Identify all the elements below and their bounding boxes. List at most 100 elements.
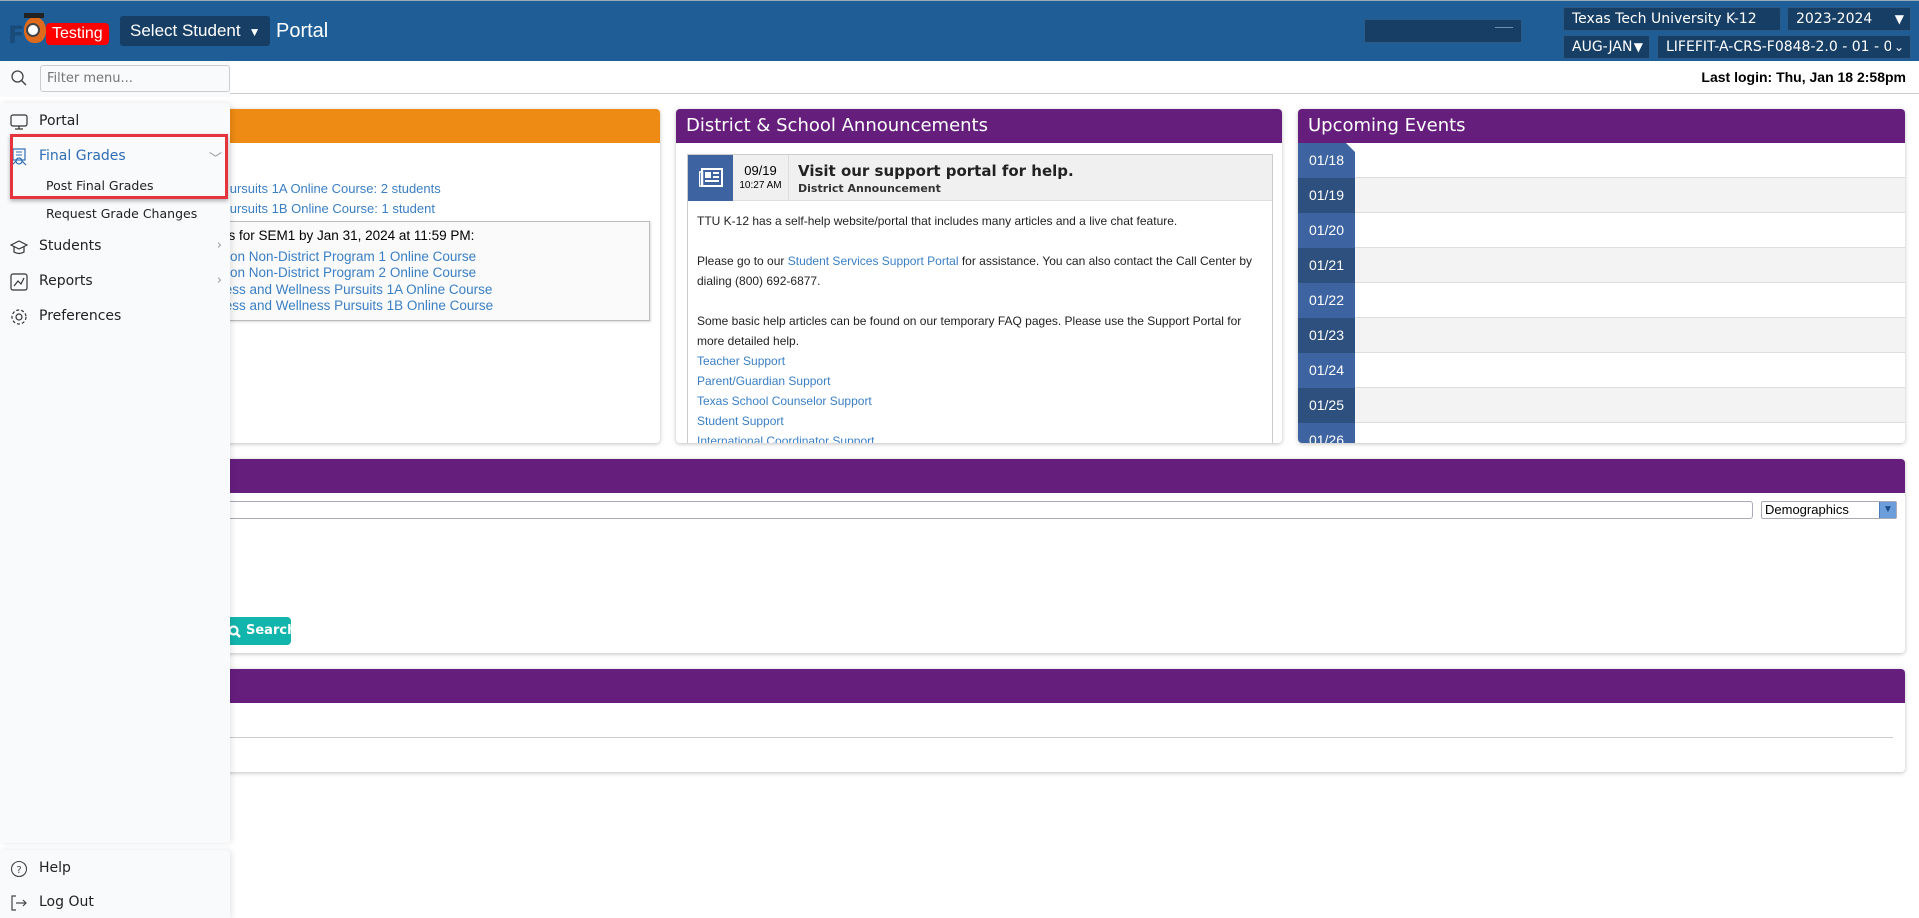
parent-support-link[interactable]: Parent/Guardian Support: [697, 371, 1263, 391]
sidebar-item-help[interactable]: ? Help: [0, 854, 230, 884]
event-date: 01/21: [1298, 248, 1355, 283]
teacher-support-link[interactable]: Teacher Support: [697, 351, 1263, 371]
announcement-title: Visit our support portal for help.: [798, 162, 1074, 180]
sidebar-item-reports[interactable]: Reports ›: [0, 267, 230, 297]
announcement-date: 09/19 10:27 AM: [733, 155, 789, 201]
events-list: 01/18 01/19 01/20 01/21 01/22 01/23 01/2…: [1298, 143, 1905, 443]
sidebar-item-label: Students: [39, 238, 102, 254]
sidebar-item-logout[interactable]: Log Out: [0, 888, 230, 918]
upcoming-events-panel: Upcoming Events 01/18 01/19 01/20 01/21 …: [1298, 109, 1905, 443]
search-category-select[interactable]: Demographics ▼: [1761, 501, 1897, 519]
caret-down-icon: ▼: [1894, 12, 1904, 26]
page-title: Portal: [276, 20, 329, 42]
announcement-body: TTU K-12 has a self-help website/portal …: [688, 201, 1272, 443]
sidebar-item-label: Log Out: [39, 894, 94, 910]
chevron-right-icon: ›: [216, 238, 222, 253]
counselor-support-link[interactable]: Texas School Counselor Support: [697, 391, 1263, 411]
search-icon: [11, 70, 27, 86]
text: Please go to our: [697, 254, 788, 268]
testing-badge: Testing: [46, 23, 109, 45]
monitor-icon: [10, 114, 28, 130]
term-value: AUG-JAN: [1572, 39, 1633, 55]
course-link[interactable]: e Fitness and Wellness Pursuits 1B Onlin…: [191, 298, 493, 313]
sidebar-subitem-request-grade-changes[interactable]: Request Grade Changes: [46, 206, 197, 221]
event-date: 01/19: [1298, 178, 1355, 213]
sidebar-item-label: Preferences: [39, 308, 122, 324]
app-logo[interactable]: F Testing: [6, 13, 109, 49]
sidebar-item-preferences[interactable]: Preferences: [0, 302, 230, 332]
event-row[interactable]: 01/23: [1298, 318, 1905, 353]
event-row[interactable]: 01/24: [1298, 353, 1905, 388]
student-search-panel: Demographics ▼ Search: [190, 459, 1905, 653]
sidebar-item-portal[interactable]: Portal: [0, 107, 230, 137]
panel-header: [190, 109, 660, 143]
chart-icon: [10, 273, 28, 291]
search-category-value: Demographics: [1765, 502, 1849, 517]
student-support-link[interactable]: Student Support: [697, 411, 1263, 431]
sidebar-footer: ? Help Log Out: [0, 850, 230, 918]
event-row[interactable]: 01/18: [1298, 143, 1905, 178]
top-header: F Testing Select Student ▼ Portal Texas T…: [0, 0, 1919, 61]
event-row[interactable]: 01/26: [1298, 423, 1905, 443]
year-selector[interactable]: 2023-2024 ▼: [1787, 7, 1911, 31]
school-name: Texas Tech University K-12: [1572, 11, 1757, 27]
course-link[interactable]: bstitution Non-District Program 1 Online…: [191, 249, 476, 264]
event-row[interactable]: 01/22: [1298, 283, 1905, 318]
course-value: LIFEFIT-A-CRS-F0848-2.0 - 01 - 0: [1666, 39, 1893, 55]
logout-icon: [11, 895, 27, 911]
grades-deadline-heading: Grades for SEM1 by Jan 31, 2024 at 11:59…: [191, 228, 475, 243]
event-date: 01/26: [1298, 423, 1355, 443]
owl-mascot-icon: [24, 13, 46, 43]
announcement-time: 10:27 AM: [739, 180, 782, 191]
sidebar-item-label: Reports: [39, 273, 93, 289]
panel-header: [190, 459, 1905, 493]
announcement-category: District Announcement: [798, 182, 941, 195]
course-selector[interactable]: LIFEFIT-A-CRS-F0848-2.0 - 01 - 0 ⌄: [1657, 35, 1911, 59]
graduation-cap-icon: [10, 240, 28, 255]
sidebar-filter-bar: [0, 61, 230, 97]
event-row[interactable]: 01/19: [1298, 178, 1905, 213]
caret-down-icon: ▼: [248, 25, 261, 39]
announcement-paragraph: TTU K-12 has a self-help website/portal …: [697, 214, 1178, 228]
event-date: 01/18: [1298, 143, 1355, 178]
event-date: 01/23: [1298, 318, 1355, 353]
support-portal-link[interactable]: Student Services Support Portal: [788, 254, 959, 268]
newspaper-icon: [688, 155, 733, 201]
course-link[interactable]: e Fitness and Wellness Pursuits 1A Onlin…: [191, 282, 492, 297]
course-link[interactable]: bstitution Non-District Program 2 Online…: [191, 265, 476, 280]
help-icon: ?: [10, 860, 28, 878]
event-row[interactable]: 01/21: [1298, 248, 1905, 283]
event-date: 01/25: [1298, 388, 1355, 423]
last-login: Last login: Thu, Jan 18 2:58pm: [1701, 69, 1906, 85]
sidebar-item-label: Portal: [39, 113, 80, 129]
caret-down-icon: ▼: [1633, 40, 1643, 54]
grades-deadline-box: Grades for SEM1 by Jan 31, 2024 at 11:59…: [190, 221, 650, 321]
select-student-label: Select Student: [130, 21, 241, 40]
event-row[interactable]: 01/25: [1298, 388, 1905, 423]
event-date: 01/20: [1298, 213, 1355, 248]
select-student-dropdown[interactable]: Select Student ▼: [120, 16, 271, 46]
caret-down-icon: ▼: [1879, 502, 1896, 518]
header-blank-field[interactable]: [1364, 19, 1522, 43]
search-button[interactable]: Search: [220, 617, 296, 645]
student-search-input[interactable]: [190, 501, 1753, 519]
announcement-card: 09/19 10:27 AM Visit our support portal …: [687, 154, 1273, 443]
sidebar-menu: Portal Final Grades ﹀ Post Final Grades …: [0, 103, 230, 843]
sub-header: Last login: Thu, Jan 18 2:58pm: [0, 61, 1919, 94]
school-selector[interactable]: Texas Tech University K-12: [1563, 7, 1781, 31]
bottom-panel: [190, 669, 1905, 772]
event-row[interactable]: 01/20: [1298, 213, 1905, 248]
announcements-panel: District & School Announcements 09/19 10…: [676, 109, 1282, 443]
filter-menu-input[interactable]: [40, 65, 230, 92]
term-selector[interactable]: AUG-JAN ▼: [1563, 35, 1650, 59]
chevron-right-icon: ›: [216, 273, 222, 288]
announcement-header[interactable]: 09/19 10:27 AM Visit our support portal …: [688, 155, 1272, 201]
sidebar-item-students[interactable]: Students ›: [0, 232, 230, 262]
logo-letter: F: [8, 21, 25, 49]
final-grades-panel: ed: ness Pursuits 1A Online Course: 2 st…: [190, 109, 660, 443]
event-date: 01/22: [1298, 283, 1355, 318]
divider: [190, 737, 1893, 738]
svg-text:?: ?: [16, 865, 21, 876]
international-support-link[interactable]: International Coordinator Support: [697, 431, 1263, 443]
announcement-paragraph: Please go to our Student Services Suppor…: [697, 251, 1263, 291]
